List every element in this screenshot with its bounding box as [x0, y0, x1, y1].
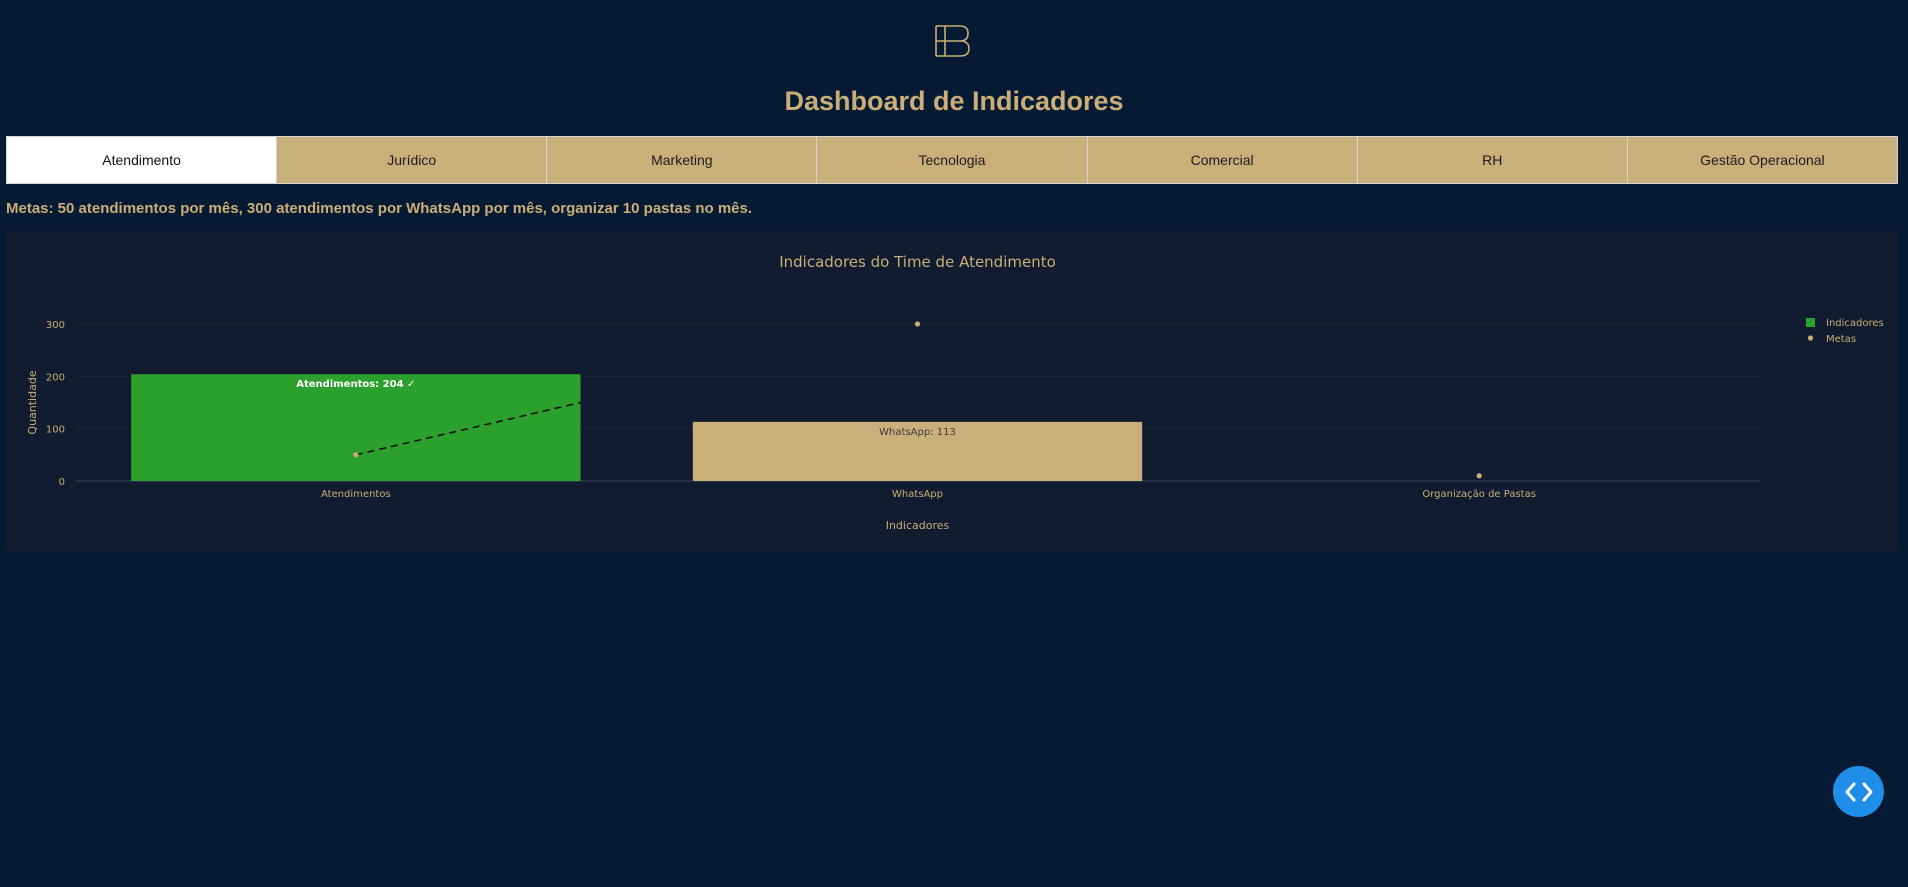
tab-bar: Atendimento Jurídico Marketing Tecnologia Co…	[6, 136, 1898, 184]
legend-label-metas: Metas	[1826, 334, 1856, 345]
y-tick-label: 300	[46, 320, 65, 331]
tab-gestao-operacional[interactable]: Gestão Operacional	[1626, 137, 1897, 183]
dashboard-page: Dashboard de Indicadores Atendimento Jurí…	[0, 0, 1908, 887]
y-tick-label: 0	[59, 477, 65, 488]
tab-atendimento[interactable]: Atendimento	[7, 137, 277, 183]
x-tick-label: WhatsApp	[892, 489, 943, 500]
code-brackets-icon	[1845, 782, 1872, 801]
chart-panel: Indicadores do Time de Atendimento 0 100 20…	[6, 231, 1898, 551]
tab-rh[interactable]: RH	[1356, 137, 1627, 183]
y-tick-label: 100	[46, 425, 65, 436]
legend-swatch-metas	[1807, 335, 1814, 341]
goal-marker	[914, 321, 921, 327]
legend-label-indicadores: Indicadores	[1826, 318, 1884, 329]
bar-chart: Indicadores do Time de Atendimento 0 100 20…	[26, 253, 1884, 532]
goal-marker	[1476, 473, 1482, 479]
bar-1	[131, 374, 581, 481]
chart-title: Indicadores do Time de Atendimento	[779, 253, 1056, 271]
x-tick-label: Organização de Pastas	[1422, 489, 1536, 500]
bar-data-label: Atendimentos: 204 ✓	[296, 379, 415, 390]
x-axis-title: Indicadores	[886, 519, 950, 532]
page-title: Dashboard de Indicadores	[784, 86, 1124, 116]
y-axis-title: Quantidade	[26, 370, 39, 434]
goals-text: Metas: 50 atendimentos por mês, 300 aten…	[6, 200, 753, 217]
tab-marketing[interactable]: Marketing	[546, 137, 817, 183]
x-tick-label: Atendimentos	[321, 489, 391, 500]
eb-monogram-icon	[935, 25, 970, 57]
goal-marker	[353, 452, 359, 458]
legend-swatch-indicadores	[1806, 318, 1815, 327]
code-toggle-button[interactable]	[1833, 766, 1884, 817]
tab-juridico[interactable]: Jurídico	[276, 137, 547, 183]
y-tick-label: 200	[46, 372, 65, 383]
tab-comercial[interactable]: Comercial	[1086, 137, 1357, 183]
bar-data-label: WhatsApp: 113	[879, 427, 956, 438]
tab-tecnologia[interactable]: Tecnologia	[816, 137, 1087, 183]
